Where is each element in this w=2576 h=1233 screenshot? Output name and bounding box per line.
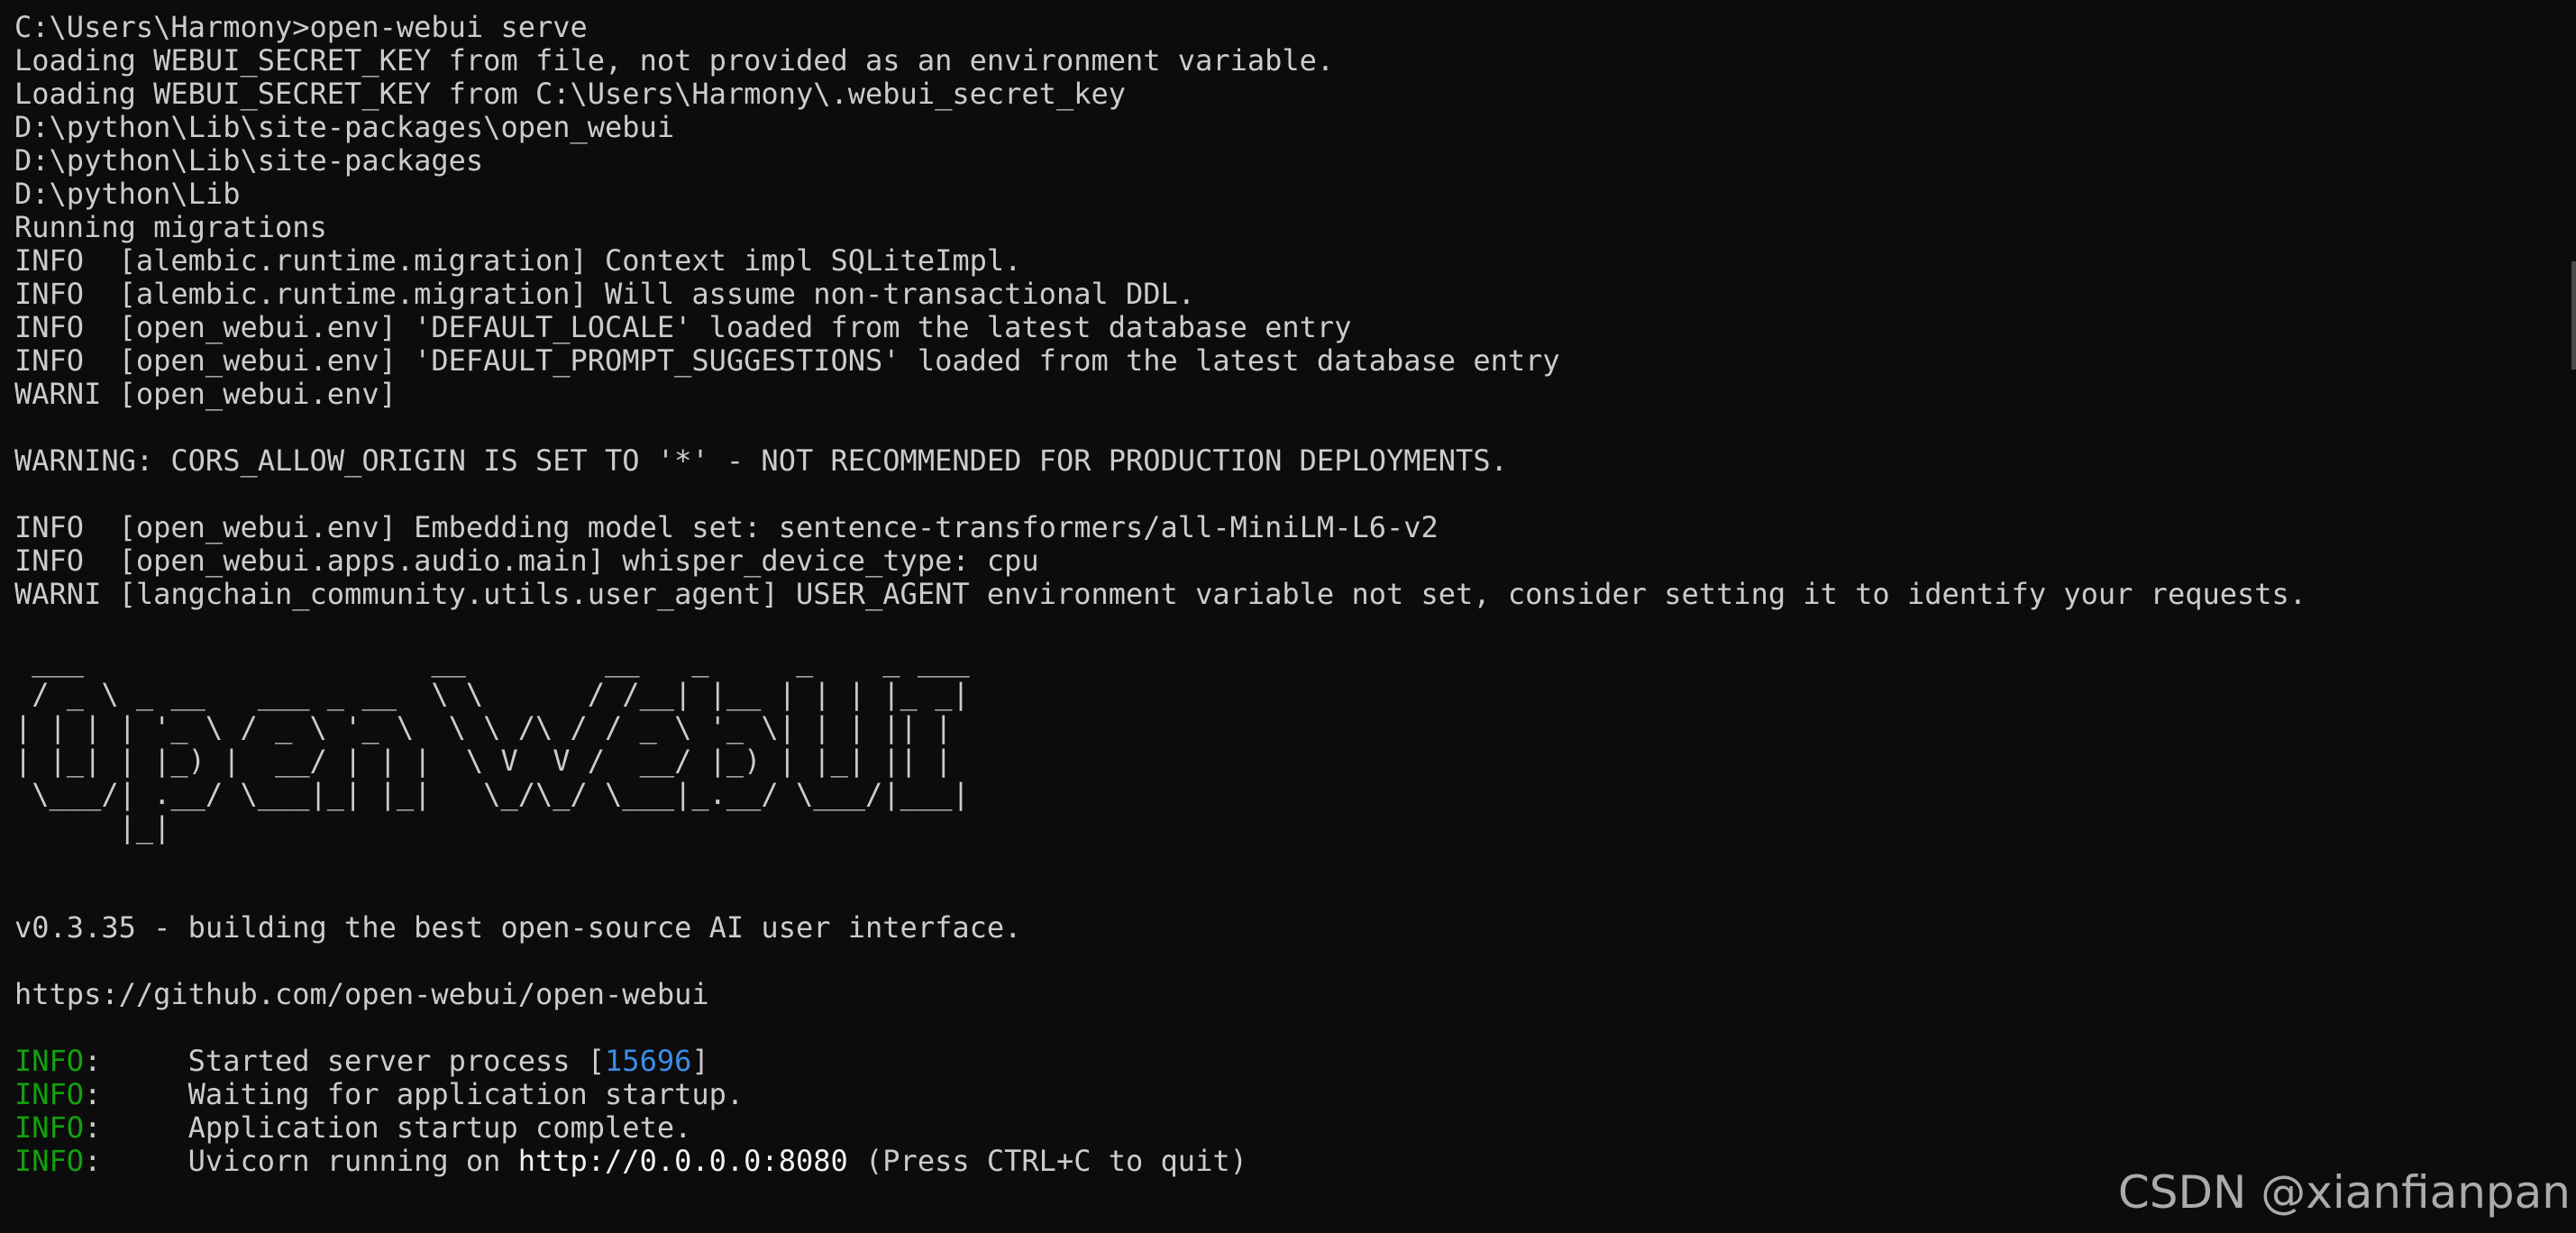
log-line: WARNI [open_webui.env] (14, 377, 397, 411)
server-url[interactable]: http://0.0.0.0:8080 (518, 1144, 848, 1178)
started-prefix: Started server process [ (187, 1044, 606, 1078)
csdn-watermark: CSDN @xianfianpan (2117, 1166, 2571, 1219)
colon: : (84, 1110, 102, 1145)
info-tag: INFO (14, 1044, 85, 1078)
log-line: WARNI [langchain_community.utils.user_ag… (14, 577, 2307, 611)
info-tag: INFO (14, 1110, 85, 1145)
cors-warning-line: WARNING: CORS_ALLOW_ORIGIN IS SET TO '*'… (14, 443, 1508, 478)
server-waiting-line: INFO: Waiting for application startup. (14, 1078, 2307, 1111)
log-line: INFO [open_webui.env] 'DEFAULT_LOCALE' l… (14, 310, 1352, 344)
info-tag: INFO (14, 1077, 85, 1111)
info-tag: INFO (14, 1144, 85, 1178)
log-line: INFO [open_webui.apps.audio.main] whispe… (14, 543, 1039, 578)
uvicorn-suffix: (Press CTRL+C to quit) (847, 1144, 1247, 1178)
colon: : (84, 1044, 102, 1078)
console-output: C:\Users\Harmony>open-webui serve Loadin… (14, 11, 2307, 1178)
complete-text: Application startup complete. (187, 1110, 692, 1145)
log-line: INFO [open_webui.env] Embedding model se… (14, 510, 1439, 544)
log-line: INFO [alembic.runtime.migration] Will as… (14, 277, 1196, 311)
command-line: C:\Users\Harmony>open-webui serve (14, 10, 588, 44)
terminal-window[interactable]: C:\Users\Harmony>open-webui serve Loadin… (0, 0, 2576, 1233)
log-line: Loading WEBUI_SECRET_KEY from C:\Users\H… (14, 77, 1126, 111)
log-line: D:\python\Lib\site-packages\open_webui (14, 110, 675, 144)
server-uvicorn-line: INFO: Uvicorn running on http://0.0.0.0:… (14, 1145, 2307, 1178)
waiting-text: Waiting for application startup. (187, 1077, 744, 1111)
colon: : (84, 1144, 102, 1178)
server-complete-line: INFO: Application startup complete. (14, 1111, 2307, 1145)
started-suffix: ] (691, 1044, 709, 1078)
version-line: v0.3.35 - building the best open-source … (14, 910, 1022, 945)
log-line: Loading WEBUI_SECRET_KEY from file, not … (14, 43, 1335, 78)
process-id: 15696 (605, 1044, 692, 1078)
log-line: INFO [open_webui.env] 'DEFAULT_PROMPT_SU… (14, 343, 1560, 378)
uvicorn-prefix: Uvicorn running on (187, 1144, 518, 1178)
log-line: INFO [alembic.runtime.migration] Context… (14, 243, 1022, 278)
repo-url: https://github.com/open-webui/open-webui (14, 977, 709, 1011)
log-line: Running migrations (14, 210, 327, 244)
log-line: D:\python\Lib\site-packages (14, 143, 484, 178)
scrollbar-thumb[interactable] (2571, 261, 2576, 370)
log-line: D:\python\Lib (14, 177, 241, 211)
open-webui-ascii-banner: ___ __ __ _ _ _ ___ / _ \ _ __ ___ _ __ … (14, 644, 970, 845)
server-started-line: INFO: Started server process [15696] (14, 1045, 2307, 1078)
colon: : (84, 1077, 102, 1111)
